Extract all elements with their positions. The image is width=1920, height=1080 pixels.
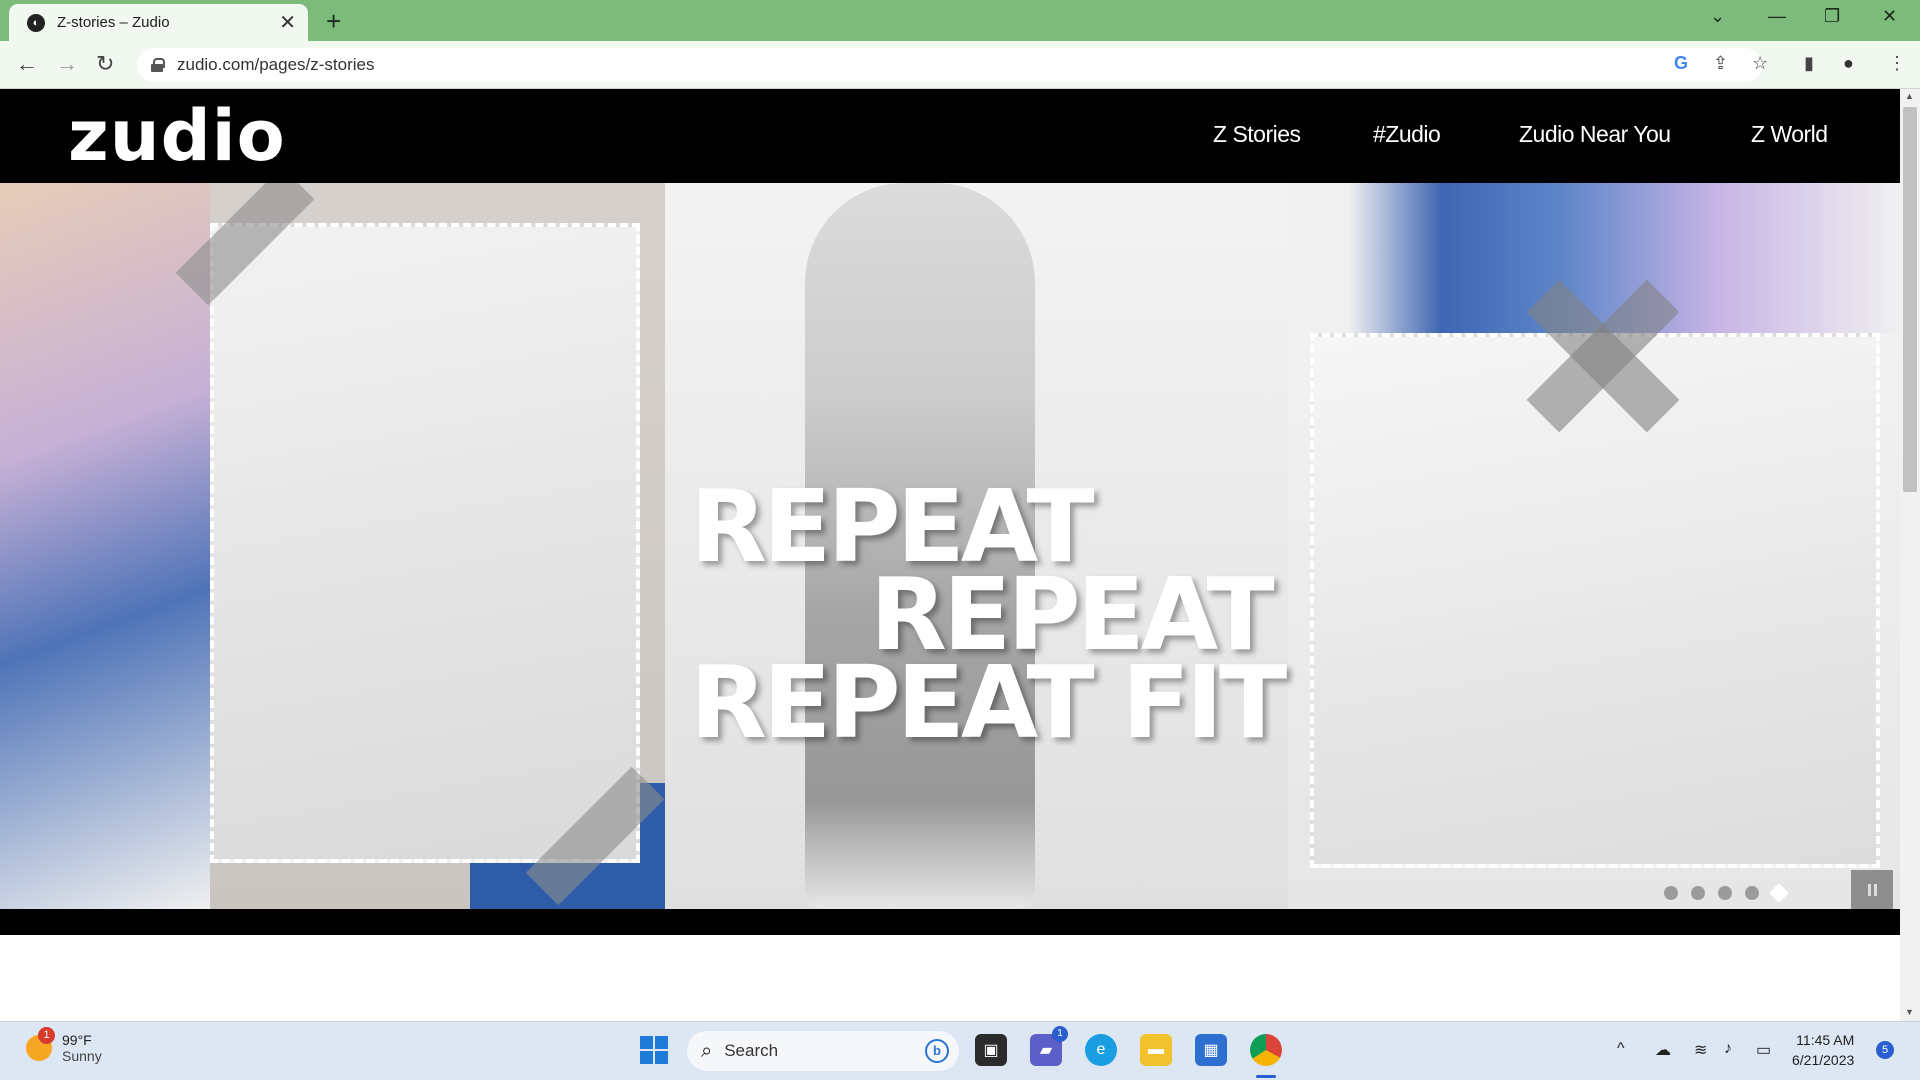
teams-badge: 1 <box>1052 1026 1068 1042</box>
volume-icon[interactable]: ♪ <box>1724 1040 1732 1058</box>
start-button[interactable] <box>640 1036 668 1064</box>
close-window-button[interactable]: ✕ <box>1882 6 1897 27</box>
battery-icon[interactable]: ▭ <box>1756 1040 1771 1060</box>
tab-search-icon[interactable]: ⌄ <box>1710 6 1725 27</box>
reload-button[interactable]: ↻ <box>96 51 114 77</box>
edge-browser-icon[interactable]: e <box>1085 1034 1117 1066</box>
carousel-dot-1[interactable] <box>1664 886 1678 900</box>
system-clock[interactable]: 11:45 AM 6/21/2023 <box>1792 1030 1854 1070</box>
bing-icon[interactable]: b <box>925 1039 949 1063</box>
taskbar-search[interactable]: ⌕ Search b <box>687 1031 959 1071</box>
onedrive-cloud-icon[interactable]: ☁ <box>1655 1040 1671 1060</box>
web-page: zudio Z Stories #Zudio Zudio Near You Z … <box>0 89 1900 1021</box>
file-explorer-icon[interactable]: ▬ <box>1140 1034 1172 1066</box>
hero-bottom-bar <box>0 909 1900 935</box>
windows-logo-icon <box>640 1051 653 1064</box>
browser-toolbar: ← → ↻ zudio.com/pages/z-stories G ⇪ ☆ ▮ … <box>0 41 1920 89</box>
restore-button[interactable]: ❐ <box>1824 6 1840 27</box>
active-app-indicator <box>1256 1075 1276 1078</box>
weather-widget[interactable]: 1 99°F Sunny <box>26 1027 102 1064</box>
color-photo-strip <box>1288 183 1900 333</box>
site-header: zudio Z Stories #Zudio Zudio Near You Z … <box>0 89 1900 183</box>
hero-carousel[interactable]: REPEAT REPEAT REPEAT FIT <box>0 183 1900 909</box>
carousel-dot-3[interactable] <box>1718 886 1732 900</box>
back-button[interactable]: ← <box>16 51 38 77</box>
browser-tab[interactable]: ◐ Z-stories – Zudio ✕ <box>9 4 308 41</box>
tab-close-icon[interactable]: ✕ <box>279 10 296 35</box>
hero-photo-left <box>0 183 665 909</box>
headline-line-3: REPEAT FIT <box>690 644 1287 761</box>
minimize-button[interactable]: — <box>1768 6 1786 27</box>
carousel-dot-5-active[interactable] <box>1769 883 1789 903</box>
clock-time: 11:45 AM <box>1796 1032 1855 1048</box>
clock-date: 6/21/2023 <box>1792 1052 1855 1068</box>
windows-logo-icon <box>655 1051 668 1064</box>
share-icon[interactable]: ⇪ <box>1713 53 1728 74</box>
scroll-down-icon[interactable]: ▼ <box>1905 1007 1914 1017</box>
carousel-dot-4[interactable] <box>1745 886 1759 900</box>
tab-title: Z-stories – Zudio <box>57 14 170 31</box>
page-scrollbar[interactable]: ▲ ▼ <box>1900 89 1920 1021</box>
windows-taskbar: 1 99°F Sunny ⌕ Search b ▣ ▰ 1 e ▬ ▦ ^ ☁ … <box>0 1021 1920 1080</box>
teams-chat-icon[interactable]: ▰ 1 <box>1030 1026 1068 1066</box>
color-photo-strip <box>0 183 210 909</box>
wifi-icon[interactable]: ≋ <box>1694 1040 1707 1060</box>
weather-condition: Sunny <box>62 1048 102 1064</box>
scrollbar-thumb[interactable] <box>1903 107 1917 492</box>
nav-z-stories[interactable]: Z Stories <box>1213 121 1301 148</box>
sun-icon: 1 <box>26 1027 55 1061</box>
lock-icon[interactable] <box>151 58 165 72</box>
scroll-up-icon[interactable]: ▲ <box>1905 91 1914 101</box>
forward-button[interactable]: → <box>56 51 78 77</box>
pause-icon <box>1867 883 1871 896</box>
weather-temperature: 99°F <box>62 1032 92 1048</box>
task-view-icon[interactable]: ▣ <box>975 1034 1007 1066</box>
bookmark-star-icon[interactable]: ☆ <box>1752 53 1768 74</box>
browser-tab-bar: ◐ Z-stories – Zudio ✕ + ⌄ — ❐ ✕ <box>0 0 1920 41</box>
carousel-dot-2[interactable] <box>1691 886 1705 900</box>
chrome-icon[interactable] <box>1250 1034 1282 1066</box>
browser-menu-icon[interactable]: ⋮ <box>1888 53 1906 74</box>
nav-zudio-near-you[interactable]: Zudio Near You <box>1519 121 1671 148</box>
profile-avatar-icon[interactable]: ● <box>1843 53 1854 74</box>
nav-z-world[interactable]: Z World <box>1751 121 1828 148</box>
windows-logo-icon <box>640 1036 653 1049</box>
bw-photo-frame <box>210 223 640 863</box>
search-label: Search <box>724 1041 779 1060</box>
nav-hashtag-zudio[interactable]: #Zudio <box>1373 121 1441 148</box>
windows-logo-icon <box>655 1036 668 1049</box>
zudio-logo[interactable]: zudio <box>68 95 286 177</box>
tray-chevron-icon[interactable]: ^ <box>1617 1040 1625 1058</box>
bw-photo-frame <box>1310 333 1880 868</box>
site-favicon-icon: ◐ <box>27 13 45 32</box>
search-icon: ⌕ <box>701 1039 713 1062</box>
new-tab-button[interactable]: + <box>326 6 341 37</box>
hero-photo-right <box>1288 183 1900 909</box>
side-panel-icon[interactable]: ▮ <box>1804 53 1814 74</box>
pause-icon <box>1873 883 1877 896</box>
address-bar[interactable]: zudio.com/pages/z-stories <box>137 48 1762 82</box>
hero-headline: REPEAT REPEAT REPEAT FIT <box>690 477 1290 761</box>
carousel-dots <box>1664 883 1789 903</box>
notification-badge[interactable]: 5 <box>1876 1041 1894 1059</box>
url-text: zudio.com/pages/z-stories <box>177 55 375 74</box>
google-lens-icon[interactable]: G <box>1674 53 1688 74</box>
weather-badge: 1 <box>38 1027 55 1044</box>
microsoft-store-icon[interactable]: ▦ <box>1195 1034 1227 1066</box>
carousel-pause-button[interactable] <box>1851 870 1893 909</box>
